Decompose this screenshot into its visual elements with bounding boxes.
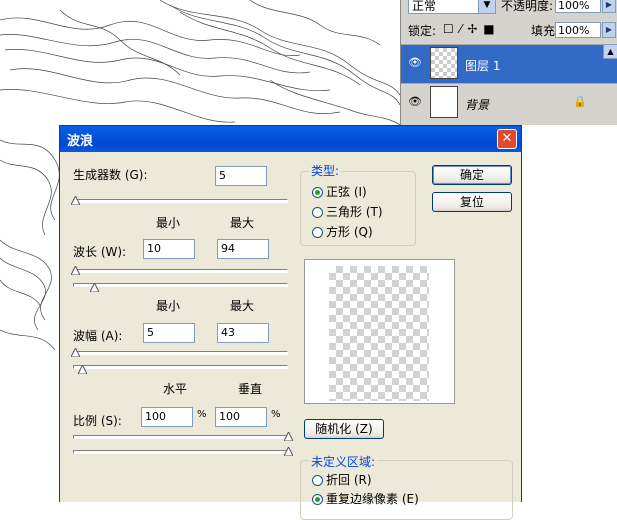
horizontal-label: 水平 (163, 382, 188, 396)
radio-repeat-label: 重复边缘像素 (E) (326, 492, 419, 506)
wavelength-min-input[interactable]: 10 (143, 239, 195, 259)
slider-thumb-icon[interactable] (71, 266, 80, 275)
amplitude-label: 波幅 (A): (73, 329, 123, 343)
fill-input[interactable]: 100% (555, 22, 601, 38)
dialog-titlebar[interactable]: 波浪 ✕ (60, 126, 521, 152)
opacity-label: 不透明度: (501, 0, 554, 13)
layer-name: 图层 1 (465, 59, 501, 73)
radio-icon (312, 227, 323, 238)
layer-thumbnail (430, 86, 458, 118)
layer-thumbnail (430, 47, 458, 79)
radio-wrap-label: 折回 (R) (326, 473, 372, 487)
wavelength-max-input[interactable]: 94 (217, 239, 269, 259)
eye-icon[interactable]: 👁 (408, 96, 422, 108)
generators-slider[interactable] (73, 199, 288, 203)
blend-mode-value: 正常 (412, 0, 437, 13)
scale-vertical-input[interactable]: 100 (215, 407, 267, 427)
opacity-arrow-icon[interactable]: ▶ (602, 0, 616, 13)
opacity-input[interactable]: 100% (555, 0, 601, 13)
layers-panel: 正常 ▼ 不透明度: 100% ▶ 锁定: ☐ ⁄ ✢ ■ 填充: 100% ▶… (400, 0, 617, 125)
undefined-area-title: 未定义区域: (309, 453, 378, 470)
lock-icon: 🔒 (573, 95, 587, 108)
radio-wrap-around[interactable]: 折回 (R) (312, 471, 372, 488)
chevron-down-icon[interactable]: ▼ (478, 0, 495, 13)
percent-label: % (197, 409, 207, 420)
preview-checkerboard (329, 266, 429, 401)
randomize-button[interactable]: 随机化 (Z) (304, 419, 384, 439)
blend-mode-select[interactable]: 正常 ▼ (408, 0, 496, 14)
reset-button[interactable]: 复位 (432, 192, 512, 212)
radio-triangle[interactable]: 三角形 (T) (312, 203, 383, 220)
scale-horizontal-slider[interactable] (73, 435, 288, 439)
dialog-title: 波浪 (67, 134, 94, 149)
fill-arrow-icon[interactable]: ▶ (602, 22, 616, 38)
radio-square[interactable]: 方形 (Q) (312, 223, 373, 240)
lock-options[interactable]: ☐ ⁄ ✢ ■ (443, 22, 496, 36)
lock-label: 锁定: (408, 24, 437, 38)
wave-preview (304, 259, 455, 404)
scroll-up-icon[interactable]: ▲ (603, 44, 617, 59)
radio-icon (312, 207, 323, 218)
slider-thumb-icon[interactable] (71, 348, 80, 357)
radio-triangle-label: 三角形 (T) (326, 205, 383, 219)
layer-name: 背景 (465, 98, 490, 112)
wave-dialog: 波浪 ✕ 生成器数 (G): 5 最小 最大 波长 (W): 10 94 最小 … (59, 125, 522, 520)
vertical-label: 垂直 (238, 382, 263, 396)
percent-label: % (271, 409, 281, 420)
generators-input[interactable]: 5 (215, 166, 267, 186)
min-label: 最小 (156, 299, 181, 313)
radio-repeat-edge[interactable]: 重复边缘像素 (E) (312, 490, 419, 507)
amplitude-min-slider[interactable] (73, 351, 288, 355)
radio-square-label: 方形 (Q) (326, 225, 373, 239)
min-label: 最小 (156, 216, 181, 230)
type-group-title: 类型: (309, 162, 342, 179)
slider-thumb-icon[interactable] (284, 432, 293, 441)
amplitude-max-input[interactable]: 43 (217, 323, 269, 343)
scale-label: 比例 (S): (73, 414, 122, 428)
radio-sine-label: 正弦 (I) (326, 185, 367, 199)
radio-icon (312, 475, 323, 486)
wavelength-label: 波长 (W): (73, 245, 127, 259)
amplitude-max-slider[interactable] (73, 365, 288, 369)
layer-row-background[interactable]: 👁 背景 🔒 (401, 83, 617, 122)
wavelength-max-slider[interactable] (73, 283, 288, 287)
slider-thumb-icon[interactable] (90, 283, 99, 292)
wavelength-min-slider[interactable] (73, 269, 288, 273)
slider-thumb-icon[interactable] (284, 447, 293, 456)
radio-selected-icon (312, 494, 323, 505)
max-label: 最大 (230, 299, 255, 313)
layer-row-1[interactable]: 👁 图层 1 (401, 44, 617, 83)
close-icon[interactable]: ✕ (497, 129, 517, 149)
scale-horizontal-input[interactable]: 100 (141, 407, 193, 427)
eye-icon[interactable]: 👁 (408, 57, 422, 69)
max-label: 最大 (230, 216, 255, 230)
radio-selected-icon (312, 187, 323, 198)
slider-thumb-icon[interactable] (78, 365, 87, 374)
slider-thumb-icon[interactable] (71, 196, 80, 205)
scale-vertical-slider[interactable] (73, 450, 288, 454)
amplitude-min-input[interactable]: 5 (143, 323, 195, 343)
ok-button[interactable]: 确定 (432, 165, 512, 185)
generators-label: 生成器数 (G): (73, 168, 148, 182)
radio-sine[interactable]: 正弦 (I) (312, 183, 367, 200)
